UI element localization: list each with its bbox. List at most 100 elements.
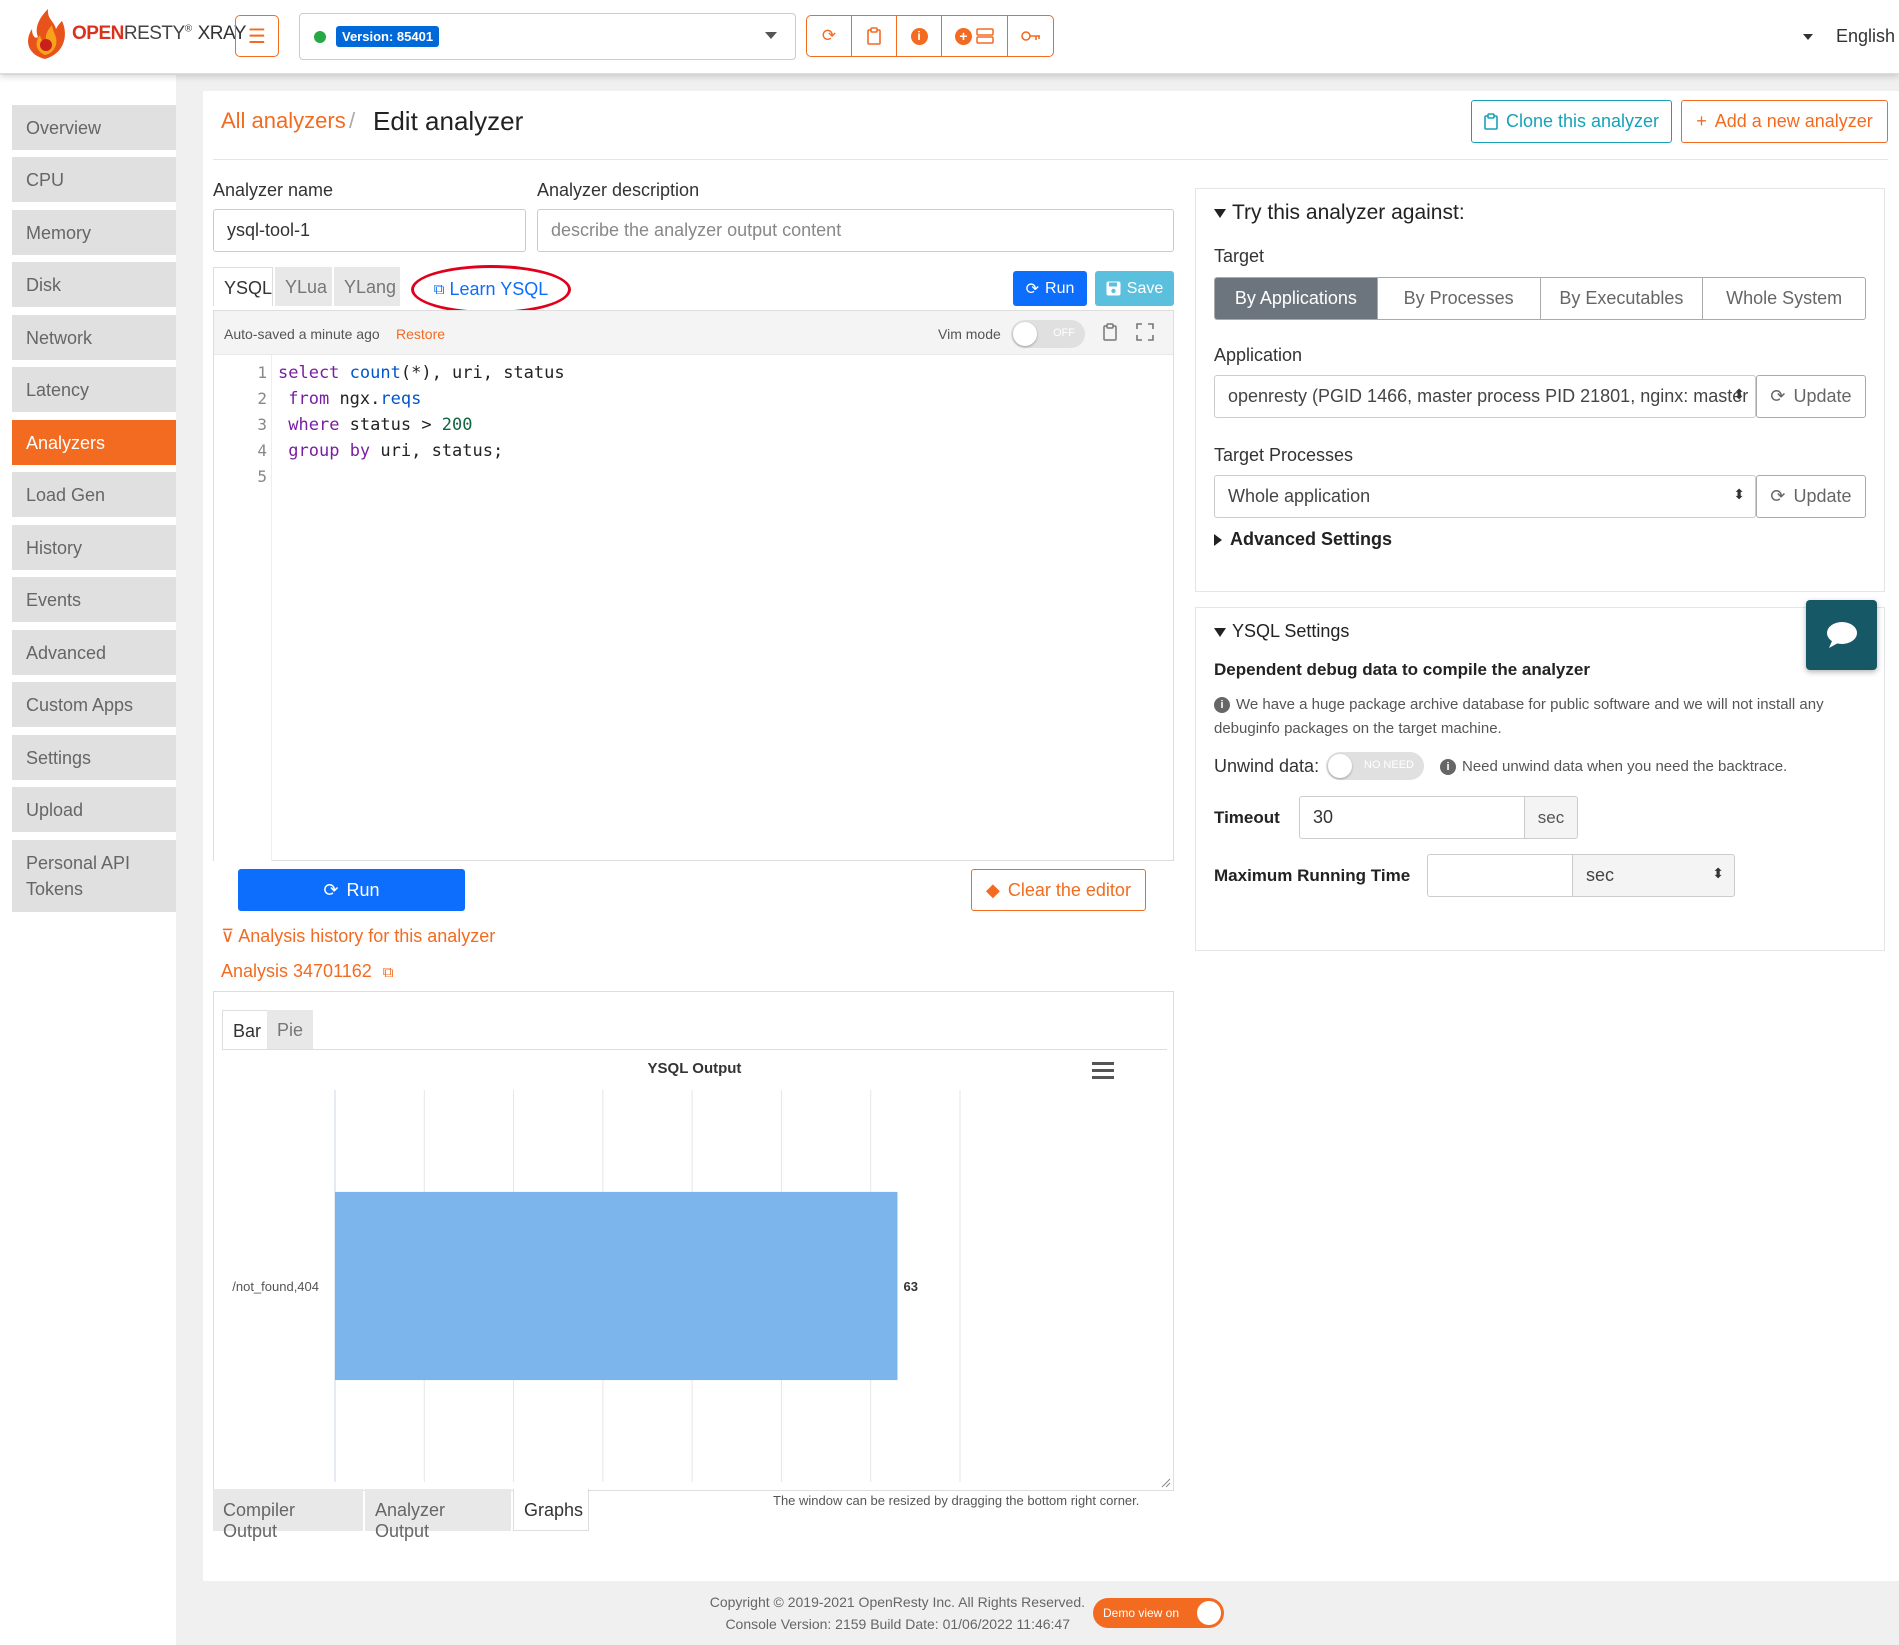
- ysql-settings-panel: YSQL Settings Dependent debug data to co…: [1195, 607, 1885, 951]
- breadcrumb-all-analyzers[interactable]: All analyzers: [221, 108, 346, 134]
- update-processes-button[interactable]: ⟳ Update: [1756, 475, 1866, 518]
- analysis-link[interactable]: Analysis 34701162 ⧉: [221, 961, 394, 982]
- ysql-settings-toggle[interactable]: YSQL Settings: [1214, 621, 1349, 642]
- clear-editor-label: Clear the editor: [1007, 879, 1131, 900]
- max-running-time-input[interactable]: [1427, 854, 1573, 897]
- info-icon: i: [1214, 697, 1230, 713]
- tab-compiler-output[interactable]: Compiler Output: [213, 1489, 363, 1541]
- sidebar-item-custom-apps[interactable]: Custom Apps: [12, 682, 176, 727]
- tab-ylang[interactable]: YLang: [334, 267, 400, 306]
- analysis-history-link[interactable]: ⊽ Analysis history for this analyzer: [221, 926, 495, 947]
- code-editor[interactable]: Auto-saved a minute ago Restore Vim mode…: [213, 310, 1174, 861]
- sidebar-item-analyzers[interactable]: Analyzers: [12, 420, 176, 465]
- unwind-data-note: i Need unwind data when you need the back…: [1440, 758, 1787, 775]
- sidebar-item-upload[interactable]: Upload: [12, 787, 176, 832]
- save-button[interactable]: Save: [1095, 271, 1174, 306]
- tab-ysql[interactable]: YSQL: [213, 267, 273, 306]
- unwind-data-toggle[interactable]: NO NEED: [1326, 752, 1424, 780]
- sidebar-item-disk[interactable]: Disk: [12, 262, 176, 307]
- analyzer-name-input[interactable]: ysql-tool-1: [213, 209, 526, 252]
- divider: [213, 159, 1888, 160]
- line-number: 5: [257, 467, 267, 486]
- run-label: Run: [346, 879, 380, 900]
- line-number-gutter: 1 2 3 4 5: [214, 355, 272, 861]
- openresty-xray-logo[interactable]: OPENRESTY® XRAY: [20, 4, 246, 64]
- analyzer-description-input[interactable]: describe the analyzer output content: [537, 209, 1174, 252]
- tab-ylua[interactable]: YLua: [275, 267, 332, 306]
- clipboard-icon[interactable]: [1102, 323, 1118, 346]
- clear-editor-button[interactable]: ◆ Clear the editor: [971, 869, 1146, 911]
- key-button[interactable]: [1008, 16, 1053, 56]
- try-analyzer-title[interactable]: Try this analyzer against:: [1214, 201, 1465, 225]
- main-content: All analyzers / Edit analyzer Clone this…: [203, 91, 1899, 1581]
- filter-icon: ⊽: [221, 926, 235, 946]
- info-icon: i: [910, 27, 928, 45]
- sidebar-item-latency[interactable]: Latency: [12, 367, 176, 412]
- language-caret-icon: [1803, 34, 1813, 40]
- add-new-analyzer-button[interactable]: + Add a new analyzer: [1681, 100, 1888, 143]
- add-server-button[interactable]: +: [942, 16, 1008, 56]
- learn-ysql-link[interactable]: ⧉ Learn YSQL: [411, 265, 571, 314]
- application-value: openresty (PGID 1466, master process PID…: [1228, 386, 1749, 406]
- max-running-time-unit-select[interactable]: sec ⬍: [1572, 854, 1735, 897]
- plus-icon: +: [1696, 111, 1707, 131]
- list-menu-button[interactable]: ☰: [235, 15, 279, 57]
- sidebar-item-history[interactable]: History: [12, 525, 176, 570]
- tab-analyzer-output[interactable]: Analyzer Output: [365, 1489, 511, 1541]
- restore-link[interactable]: Restore: [396, 326, 445, 342]
- application-select[interactable]: openresty (PGID 1466, master process PID…: [1214, 375, 1756, 418]
- refresh-icon: ⟳: [1770, 386, 1786, 406]
- tab-bar[interactable]: Bar: [222, 1010, 273, 1050]
- updown-arrow-icon: ⬍: [1733, 386, 1745, 402]
- advanced-settings-toggle[interactable]: Advanced Settings: [1214, 529, 1392, 550]
- target-by-executables[interactable]: By Executables: [1541, 278, 1704, 319]
- run-label: Run: [1045, 279, 1075, 297]
- list-icon: ☰: [248, 25, 266, 48]
- clipboard-button[interactable]: [852, 16, 897, 56]
- chat-button[interactable]: [1806, 600, 1877, 670]
- max-running-time-unit: sec: [1586, 865, 1615, 885]
- run-button-small[interactable]: ⟳ Run: [1013, 271, 1087, 306]
- chart-bar[interactable]: [335, 1191, 898, 1381]
- sidebar-item-network[interactable]: Network: [12, 315, 176, 360]
- tab-pie[interactable]: Pie: [267, 1010, 314, 1050]
- refresh-icon: ⟳: [323, 879, 339, 900]
- flame-logo-icon: [20, 7, 70, 61]
- sidebar-item-overview[interactable]: Overview: [12, 105, 176, 150]
- sidebar-item-cpu[interactable]: CPU: [12, 157, 176, 202]
- info-button[interactable]: i: [897, 16, 942, 56]
- language-selector[interactable]: English: [1836, 26, 1895, 47]
- vim-mode-toggle[interactable]: OFF: [1011, 320, 1085, 348]
- update-application-button[interactable]: ⟳ Update: [1756, 375, 1866, 418]
- caret-down-icon: [1214, 627, 1226, 637]
- clone-analyzer-button[interactable]: Clone this analyzer: [1471, 100, 1672, 143]
- target-whole-system[interactable]: Whole System: [1703, 278, 1865, 319]
- refresh-button[interactable]: ⟳: [807, 16, 852, 56]
- fullscreen-icon[interactable]: [1136, 323, 1154, 346]
- updown-arrow-icon: ⬍: [1712, 865, 1724, 881]
- clone-analyzer-label: Clone this analyzer: [1505, 111, 1660, 131]
- sidebar-item-settings[interactable]: Settings: [12, 735, 176, 780]
- sidebar-item-events[interactable]: Events: [12, 577, 176, 622]
- code-line: select count(*), uri, status: [278, 363, 565, 383]
- version-badge: Version: 85401: [336, 26, 440, 47]
- refresh-icon: ⟳: [1025, 280, 1040, 298]
- version-select[interactable]: Version: 85401: [299, 13, 796, 60]
- sidebar-item-memory[interactable]: Memory: [12, 210, 176, 255]
- timeout-input[interactable]: 30: [1299, 796, 1525, 839]
- toggle-knob: [1013, 322, 1037, 346]
- run-button[interactable]: ⟳ Run: [238, 869, 465, 911]
- target-processes-select[interactable]: Whole application ⬍: [1214, 475, 1756, 518]
- analysis-history-label: Analysis history for this analyzer: [238, 926, 496, 946]
- target-by-applications[interactable]: By Applications: [1215, 278, 1378, 319]
- tab-graphs[interactable]: Graphs: [513, 1489, 589, 1531]
- demo-view-toggle[interactable]: Demo view on: [1093, 1598, 1224, 1628]
- sidebar-item-personal-api-tokens[interactable]: Personal API Tokens: [12, 840, 176, 912]
- save-label: Save: [1126, 279, 1164, 297]
- sidebar-item-load-gen[interactable]: Load Gen: [12, 472, 176, 517]
- resize-handle-icon[interactable]: [1159, 1476, 1171, 1488]
- add-new-analyzer-label: Add a new analyzer: [1714, 111, 1873, 131]
- sidebar-item-advanced[interactable]: Advanced: [12, 630, 176, 675]
- timeout-label: Timeout: [1214, 808, 1280, 827]
- target-by-processes[interactable]: By Processes: [1378, 278, 1541, 319]
